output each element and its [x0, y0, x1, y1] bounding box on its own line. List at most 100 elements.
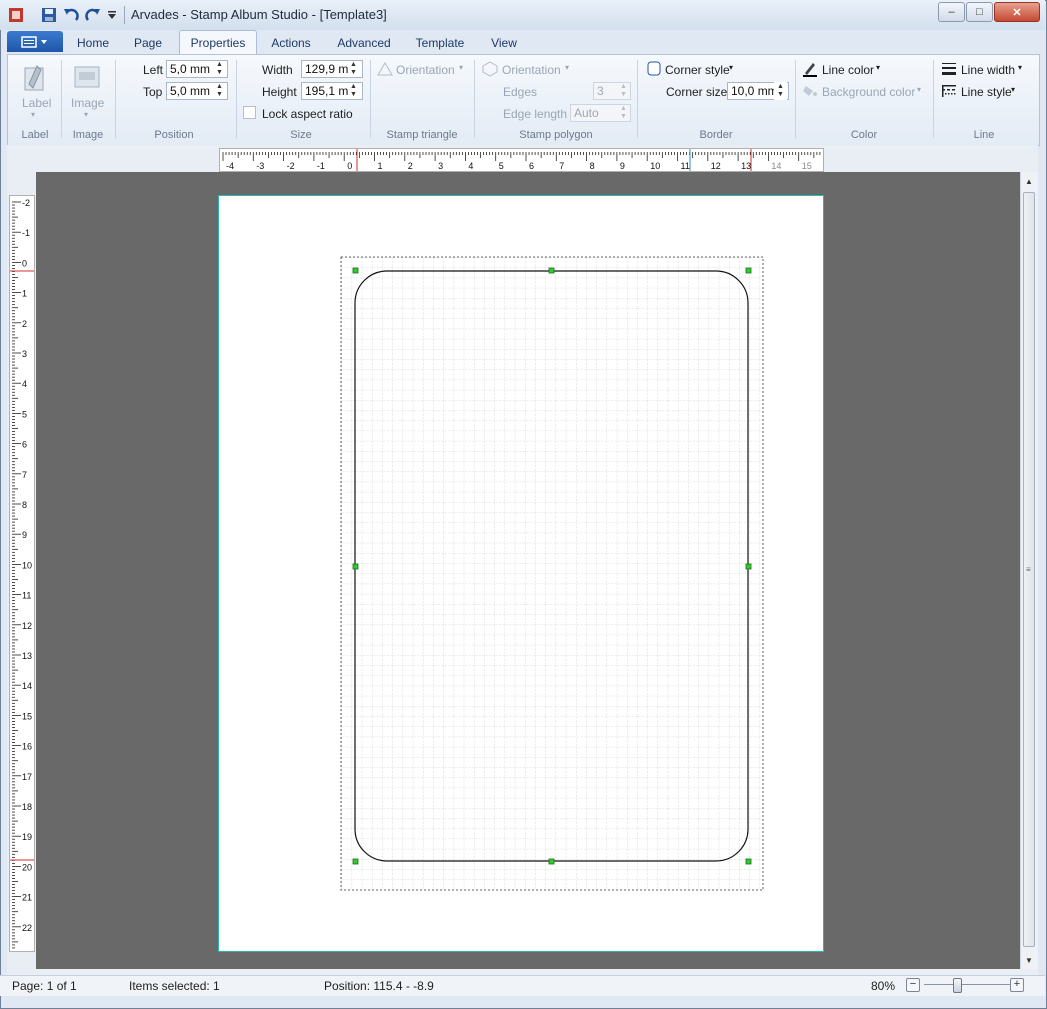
- redo-icon[interactable]: [84, 5, 102, 25]
- resize-handle-right[interactable]: [745, 563, 752, 570]
- ruler-label: 9: [22, 530, 27, 540]
- group-border-title: Border: [699, 129, 733, 141]
- status-items-selected: Items selected: 1: [129, 979, 220, 993]
- ruler-label: 6: [22, 440, 27, 450]
- group-size-title: Size: [290, 129, 312, 141]
- ruler-label: 14: [22, 681, 32, 691]
- image-button[interactable]: Image: [71, 96, 104, 110]
- resize-handle-bottom-left[interactable]: [352, 858, 359, 865]
- triangle-orientation-button[interactable]: Orientation: [396, 63, 455, 77]
- resize-handle-bottom-right[interactable]: [745, 858, 752, 865]
- ruler-label: 11: [22, 591, 31, 601]
- corner-size-spinner[interactable]: ▲ ▼: [774, 82, 787, 100]
- width-spinner[interactable]: ▲ ▼: [347, 60, 360, 78]
- line-width-icon: [941, 61, 957, 77]
- zoom-in-button[interactable]: +: [1010, 978, 1024, 992]
- tab-page[interactable]: Page: [124, 33, 172, 53]
- resize-handle-left[interactable]: [352, 563, 359, 570]
- group-label-title: Label: [21, 129, 49, 141]
- maximize-button[interactable]: □: [966, 2, 993, 22]
- separator: [61, 60, 62, 138]
- ruler-label: 5: [22, 409, 27, 419]
- edges-spinner[interactable]: ▲ ▼: [617, 82, 630, 100]
- ruler-label: -2: [287, 161, 295, 171]
- ruler-label: -3: [256, 161, 264, 171]
- ruler-label: 1: [22, 289, 27, 299]
- line-style-icon: [941, 83, 957, 99]
- minimize-button[interactable]: –: [938, 2, 965, 22]
- ruler-label: 8: [590, 161, 595, 171]
- line-color-button[interactable]: Line color: [822, 63, 874, 77]
- window-title: Arvades - Stamp Album Studio - [Template…: [131, 7, 387, 22]
- ruler-label: 14: [771, 161, 781, 171]
- ruler-label: 4: [22, 379, 27, 389]
- resize-handle-top-right[interactable]: [745, 267, 752, 274]
- resize-handle-top[interactable]: [548, 267, 555, 274]
- background-color-button[interactable]: Background color: [822, 85, 915, 99]
- ruler-label: -4: [226, 161, 234, 171]
- edge-length-spinner[interactable]: ▲ ▼: [617, 104, 630, 122]
- label-icon[interactable]: [20, 60, 50, 94]
- ruler-label: 0: [22, 258, 27, 268]
- top-spinner[interactable]: ▲ ▼: [213, 82, 226, 100]
- app-icon[interactable]: [8, 5, 24, 25]
- edges-label: Edges: [503, 85, 538, 99]
- scroll-up-icon[interactable]: ▲: [1025, 177, 1033, 186]
- zoom-out-button[interactable]: −: [906, 978, 920, 992]
- zoom-slider-thumb[interactable]: [953, 978, 962, 993]
- scroll-down-icon[interactable]: ▼: [1025, 956, 1033, 965]
- ruler-label: 7: [22, 470, 27, 480]
- tab-advanced[interactable]: Advanced: [330, 33, 398, 53]
- tab-view[interactable]: View: [482, 33, 526, 53]
- ruler-label: 9: [620, 161, 625, 171]
- scroll-thumb[interactable]: ≡: [1023, 192, 1035, 947]
- scroll-grip-icon: ≡: [1026, 565, 1031, 574]
- tab-template[interactable]: Template: [408, 33, 472, 53]
- ruler-label: 10: [650, 161, 660, 171]
- line-style-button[interactable]: Line style: [961, 85, 1012, 99]
- save-icon[interactable]: [40, 5, 58, 25]
- line-color-icon: [802, 61, 818, 77]
- separator: [474, 60, 475, 138]
- separator: [115, 60, 116, 138]
- ruler-label: 3: [438, 161, 443, 171]
- resize-handle-top-left[interactable]: [352, 267, 359, 274]
- resize-handle-bottom[interactable]: [548, 858, 555, 865]
- vertical-ruler[interactable]: -2 -1 0 1 2 3 4 5 6 7 8 9 10 11 12 13 14 15 16 17 18 19 20 21 22: [9, 195, 35, 952]
- lock-aspect-checkbox[interactable]: [243, 106, 256, 119]
- left-spinner[interactable]: ▲ ▼: [213, 60, 226, 78]
- horizontal-ruler[interactable]: -4 -3 -2 -1 0 1 2 3 4 5 6 7 8 9 10 11 12 13 14 15: [219, 148, 824, 172]
- polygon-orientation-button[interactable]: Orientation: [502, 63, 561, 77]
- polygon-orientation-dropdown-icon: ▾: [565, 63, 570, 72]
- ruler-label: -1: [317, 161, 325, 171]
- ruler-label: 5: [499, 161, 504, 171]
- ruler-label: 10: [22, 560, 32, 570]
- tab-home[interactable]: Home: [68, 33, 118, 53]
- ruler-label: 15: [802, 161, 812, 171]
- ruler-label: 17: [22, 772, 32, 782]
- height-spinner[interactable]: ▲ ▼: [347, 82, 360, 100]
- corner-size-label: Corner size: [666, 85, 728, 99]
- ruler-label: 12: [711, 161, 721, 171]
- undo-icon[interactable]: [62, 5, 80, 25]
- line-width-dropdown-icon: ▾: [1018, 63, 1023, 72]
- ruler-label: 2: [22, 319, 27, 329]
- background-color-icon: [802, 83, 818, 99]
- corner-style-button[interactable]: Corner style: [665, 63, 730, 77]
- status-position: Position: 115.4 - -8.9: [324, 979, 434, 993]
- vertical-scrollbar[interactable]: ▲ ≡ ▼: [1020, 172, 1038, 969]
- zoom-slider-track[interactable]: [924, 984, 1010, 985]
- ruler-label: 4: [468, 161, 473, 171]
- group-stamp-triangle-title: Stamp triangle: [386, 129, 458, 141]
- tab-actions[interactable]: Actions: [262, 33, 320, 53]
- app-menu-button[interactable]: [7, 31, 63, 52]
- image-icon[interactable]: [72, 64, 102, 90]
- qat-customize-icon[interactable]: [106, 5, 118, 25]
- label-button[interactable]: Label: [22, 96, 51, 110]
- line-width-button[interactable]: Line width: [961, 63, 1015, 77]
- tab-properties[interactable]: Properties: [179, 30, 257, 55]
- close-button[interactable]: ✕: [994, 2, 1040, 22]
- triangle-icon: [377, 62, 393, 76]
- album-page[interactable]: [218, 195, 824, 952]
- ruler-label: 1: [378, 161, 383, 171]
